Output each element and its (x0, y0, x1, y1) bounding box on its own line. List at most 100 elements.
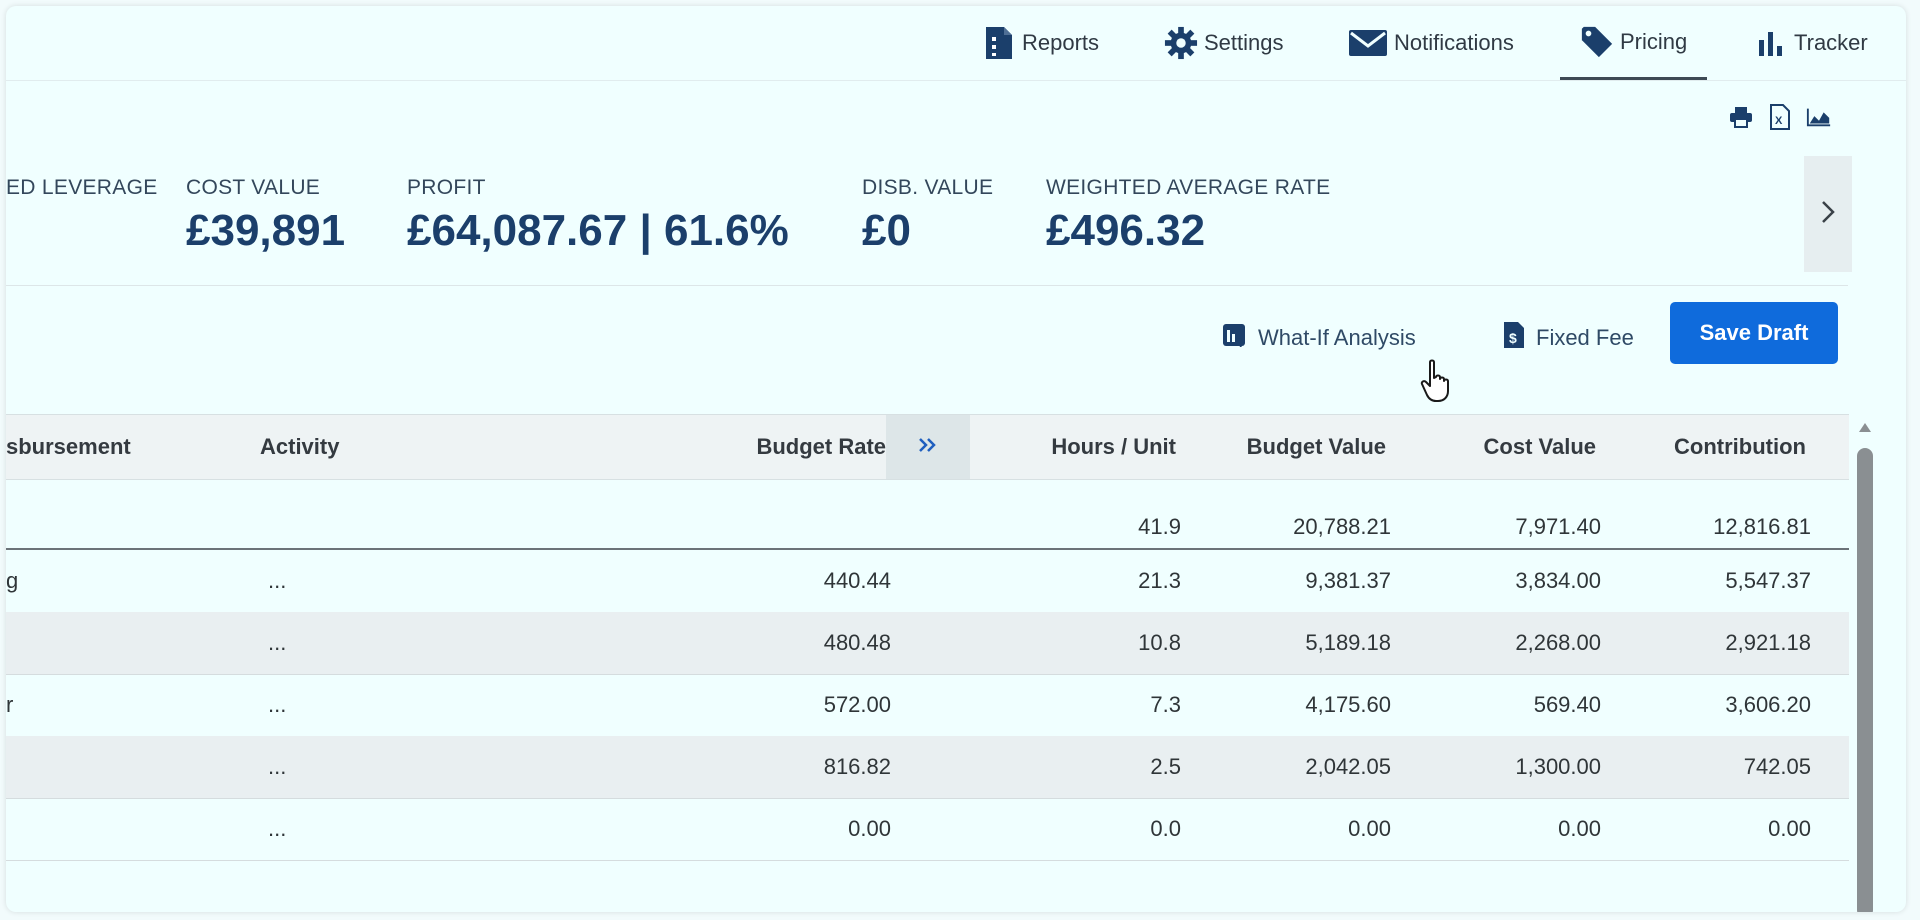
summary-divider (6, 285, 1848, 286)
activity-ellipsis[interactable]: ... (268, 568, 286, 594)
hours-cell: 0.0 (1150, 816, 1181, 841)
kpi-profit-amount: £64,087.67 | 61.6% (407, 206, 789, 255)
nav-notifications-label: Notifications (1394, 30, 1514, 55)
total-contribution: 12,816.81 (1713, 514, 1811, 539)
activity-ellipsis[interactable]: ... (268, 754, 286, 780)
column-header-activity[interactable]: Activity (260, 415, 339, 479)
table-row[interactable]: ... 480.48 10.8 5,189.18 2,268.00 2,921.… (6, 612, 1849, 675)
fixed-fee-button[interactable]: $ Fixed Fee (1502, 318, 1634, 358)
kpi-cost-value-amount: £39,891 (186, 206, 346, 255)
excel-export-icon[interactable]: X (1767, 104, 1793, 130)
table-row[interactable]: ... 816.82 2.5 2,042.05 1,300.00 742.05 (6, 736, 1849, 799)
cost-value-cell: 3,834.00 (1515, 568, 1601, 593)
nav-reports[interactable]: Reports (982, 6, 1099, 80)
envelope-icon (1348, 26, 1388, 60)
double-chevron-right-icon (917, 436, 939, 459)
top-nav: Reports Settings Notifications Pricing T… (6, 6, 1906, 81)
cost-value-cell: 1,300.00 (1515, 754, 1601, 779)
column-header-contribution[interactable]: Contribution (1606, 415, 1806, 479)
contribution-cell: 3,606.20 (1725, 692, 1811, 717)
budget-rate-cell: 440.44 (823, 568, 891, 593)
gear-icon (1164, 26, 1198, 60)
report-file-icon (982, 26, 1016, 60)
nav-settings[interactable]: Settings (1164, 6, 1284, 80)
app-frame: Reports Settings Notifications Pricing T… (6, 6, 1906, 912)
budget-value-cell: 9,381.37 (1305, 568, 1391, 593)
table-row[interactable]: r ... 572.00 7.3 4,175.60 569.40 3,606.2… (6, 674, 1849, 737)
cost-value-cell: 0.00 (1558, 816, 1601, 841)
activity-ellipsis[interactable]: ... (268, 692, 286, 718)
what-if-analysis-label: What-If Analysis (1258, 325, 1416, 350)
nav-pricing[interactable]: Pricing (1560, 6, 1708, 80)
activity-ellipsis[interactable]: ... (268, 816, 286, 842)
expand-columns-button[interactable] (886, 415, 970, 479)
save-draft-button[interactable]: Save Draft (1670, 302, 1838, 364)
nav-pricing-label: Pricing (1620, 28, 1688, 54)
svg-text:?: ? (1237, 335, 1245, 349)
hand-pointer-cursor-icon (1420, 358, 1454, 409)
hours-cell: 7.3 (1150, 692, 1181, 717)
column-header-budget-rate[interactable]: Budget Rate (686, 415, 886, 479)
nav-settings-label: Settings (1204, 30, 1284, 55)
print-icon[interactable] (1728, 104, 1754, 130)
fixed-fee-label: Fixed Fee (1536, 325, 1634, 350)
total-hours: 41.9 (1138, 514, 1181, 539)
hours-cell: 2.5 (1150, 754, 1181, 779)
total-budget-value: 20,788.21 (1293, 514, 1391, 539)
kpi-weighted-rate-amount: £496.32 (1046, 206, 1206, 255)
kpi-profit: PROFIT £64,087.67 | 61.6% (407, 176, 789, 256)
column-header-budget-value[interactable]: Budget Value (1186, 415, 1386, 479)
what-if-analysis-button[interactable]: ? What-If Analysis (1222, 318, 1416, 358)
budget-rate-cell: 816.82 (823, 754, 891, 779)
bar-chart-icon (1754, 26, 1788, 60)
table-row[interactable]: ... 0.00 0.0 0.00 0.00 0.00 (6, 798, 1849, 861)
table-header: sbursement Activity Budget Rate Hours / … (6, 414, 1849, 480)
kpi-disb-value: DISB. VALUE £0 (862, 176, 993, 256)
kpi-weighted-rate-label: WEIGHTED AVERAGE RATE (1046, 176, 1331, 199)
svg-text:X: X (1775, 115, 1783, 127)
budget-value-cell: 4,175.60 (1305, 692, 1391, 717)
kpi-leverage-label: ED LEVERAGE (6, 176, 158, 199)
budget-rate-cell: 572.00 (823, 692, 891, 717)
kpi-disb-value-label: DISB. VALUE (862, 176, 994, 199)
chevron-right-icon (1820, 199, 1836, 230)
vertical-scrollbar-thumb[interactable] (1857, 448, 1873, 912)
budget-rate-cell: 0.00 (848, 816, 891, 841)
hours-cell: 21.3 (1138, 568, 1181, 593)
area-chart-icon[interactable] (1806, 104, 1832, 130)
contribution-cell: 0.00 (1768, 816, 1811, 841)
nav-tracker[interactable]: Tracker (1754, 6, 1868, 80)
kpi-weighted-rate: WEIGHTED AVERAGE RATE £496.32 (1046, 176, 1330, 256)
row-name-partial: r (6, 692, 14, 717)
cost-value-cell: 2,268.00 (1515, 630, 1601, 655)
contribution-cell: 2,921.18 (1725, 630, 1811, 655)
cost-value-cell: 569.40 (1533, 692, 1601, 717)
totals-row: 41.9 20,788.21 7,971.40 12,816.81 (6, 478, 1849, 550)
total-cost-value: 7,971.40 (1515, 514, 1601, 539)
kpi-cost-value: COST VALUE £39,891 (186, 176, 345, 256)
scroll-up-arrow-icon[interactable] (1857, 420, 1873, 439)
contribution-cell: 742.05 (1743, 754, 1811, 779)
column-header-cost-value[interactable]: Cost Value (1396, 415, 1596, 479)
nav-notifications[interactable]: Notifications (1348, 6, 1514, 80)
svg-text:$: $ (1509, 330, 1517, 346)
budget-value-cell: 2,042.05 (1305, 754, 1391, 779)
kpi-disb-value-amount: £0 (862, 206, 911, 255)
budget-rate-cell: 480.48 (823, 630, 891, 655)
column-header-hours-unit[interactable]: Hours / Unit (976, 415, 1176, 479)
fixed-fee-document-icon: $ (1502, 321, 1526, 355)
budget-value-cell: 5,189.18 (1305, 630, 1391, 655)
nav-reports-label: Reports (1022, 30, 1100, 55)
hours-cell: 10.8 (1138, 630, 1181, 655)
what-if-icon: ? (1222, 321, 1248, 355)
table-row[interactable]: g ... 440.44 21.3 9,381.37 3,834.00 5,54… (6, 550, 1849, 613)
nav-tracker-label: Tracker (1794, 30, 1868, 55)
activity-ellipsis[interactable]: ... (268, 630, 286, 656)
kpi-leverage: ED LEVERAGE (6, 176, 158, 200)
price-tag-icon (1580, 25, 1614, 59)
kpi-next-button[interactable] (1804, 156, 1852, 272)
column-header-disbursement[interactable]: sbursement (6, 415, 131, 479)
kpi-profit-label: PROFIT (407, 176, 486, 199)
row-name-partial: g (6, 568, 19, 593)
kpi-cost-value-label: COST VALUE (186, 176, 321, 199)
